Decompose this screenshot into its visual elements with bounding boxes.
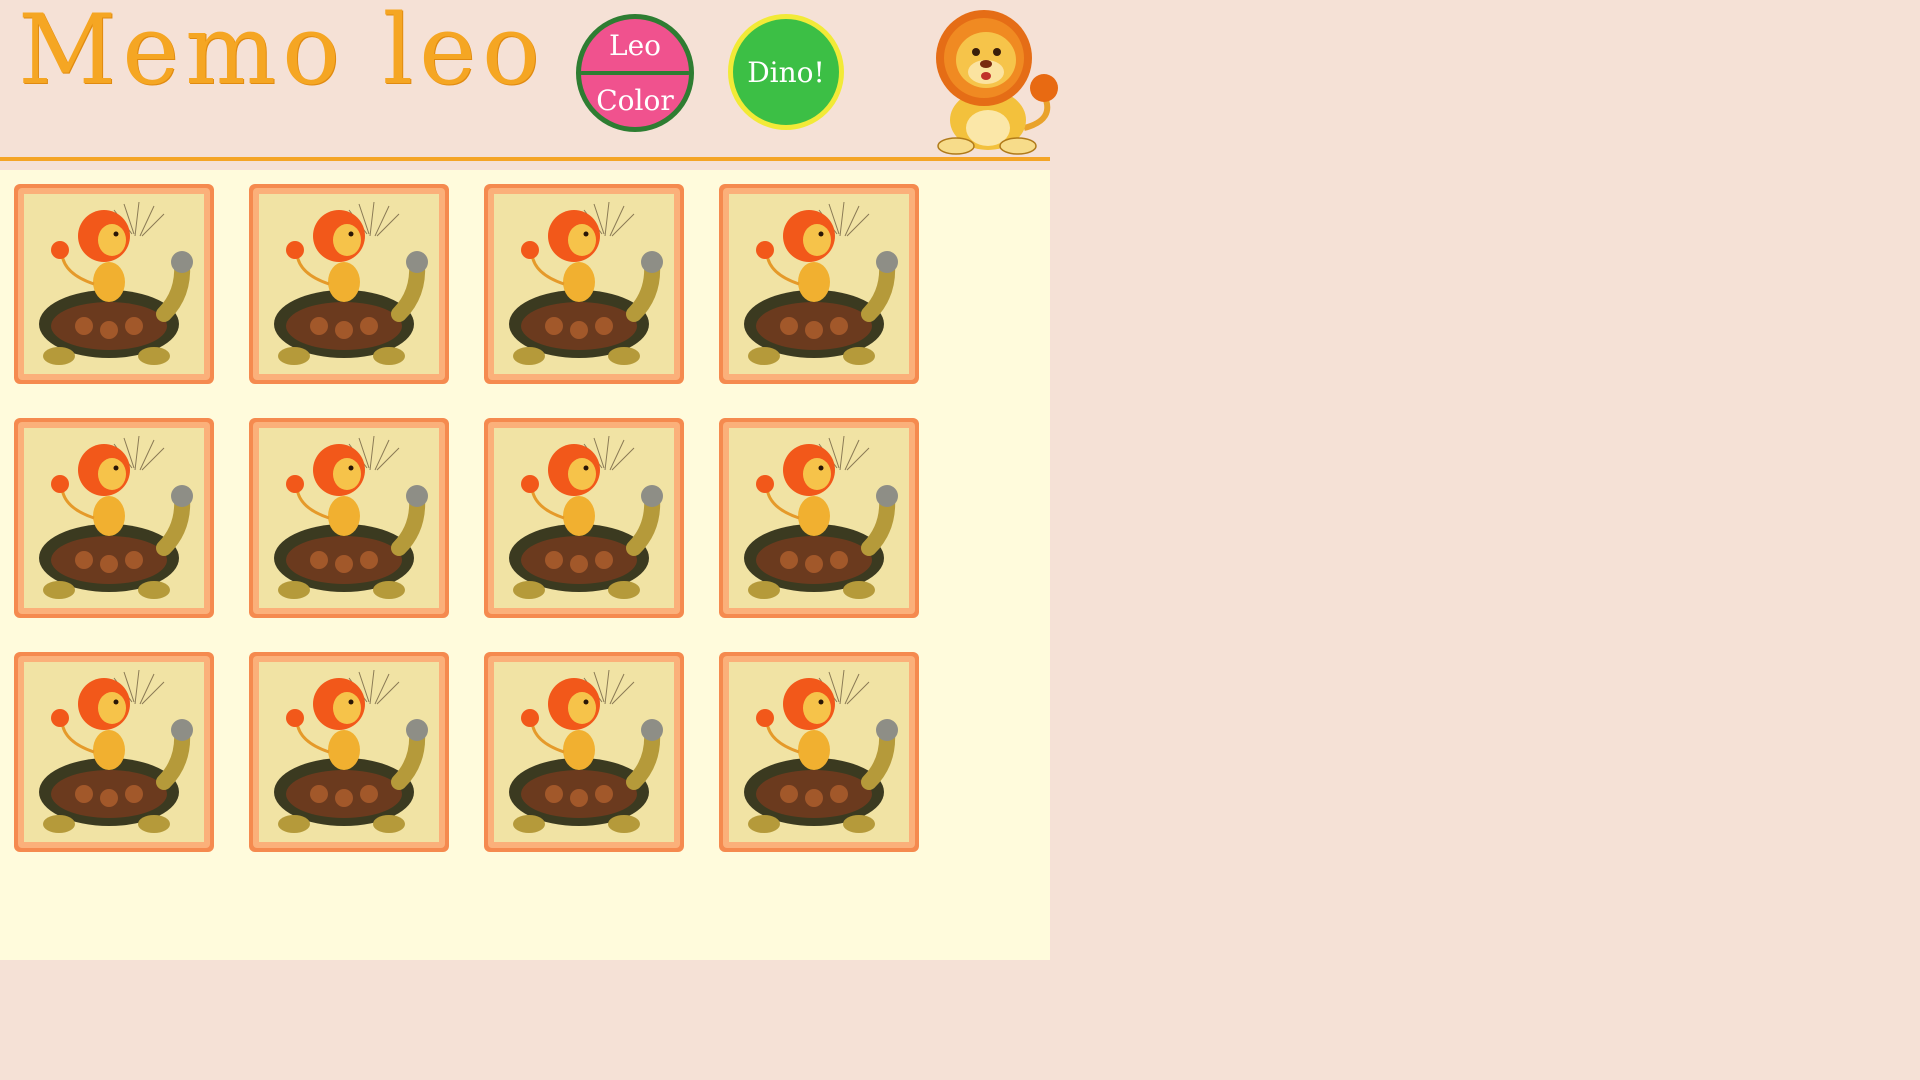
lion-on-turtle-card-back-card[interactable] [484,184,684,384]
leo-color-button[interactable]: Leo Color [576,14,694,132]
lion-mascot-icon [906,0,1072,156]
lion-on-turtle-card-back-card[interactable] [249,652,449,852]
dino-button-label: Dino! [747,55,825,89]
lion-on-turtle-card-back-card[interactable] [719,652,919,852]
lion-on-turtle-card-back-card[interactable] [719,418,919,618]
lion-on-turtle-card-back-card[interactable] [14,652,214,852]
header-divider [0,157,1050,161]
memory-board [0,170,1050,960]
header: Memo leo Leo Color Dino! [0,0,1058,170]
lion-on-turtle-card-back-card[interactable] [484,652,684,852]
lion-on-turtle-card-back-card[interactable] [14,184,214,384]
lion-on-turtle-card-back-card[interactable] [249,184,449,384]
lion-on-turtle-card-back-card[interactable] [719,184,919,384]
dino-button[interactable]: Dino! [728,14,844,130]
leo-color-button-bottom-label: Color [596,84,674,118]
game-app: Memo leo Leo Color Dino! [0,0,1058,960]
lion-on-turtle-card-back-card[interactable] [14,418,214,618]
lion-on-turtle-card-back-card[interactable] [484,418,684,618]
lion-on-turtle-card-back-card[interactable] [249,418,449,618]
logo-title: Memo leo [18,0,546,106]
leo-color-button-top-label: Leo [608,28,662,62]
